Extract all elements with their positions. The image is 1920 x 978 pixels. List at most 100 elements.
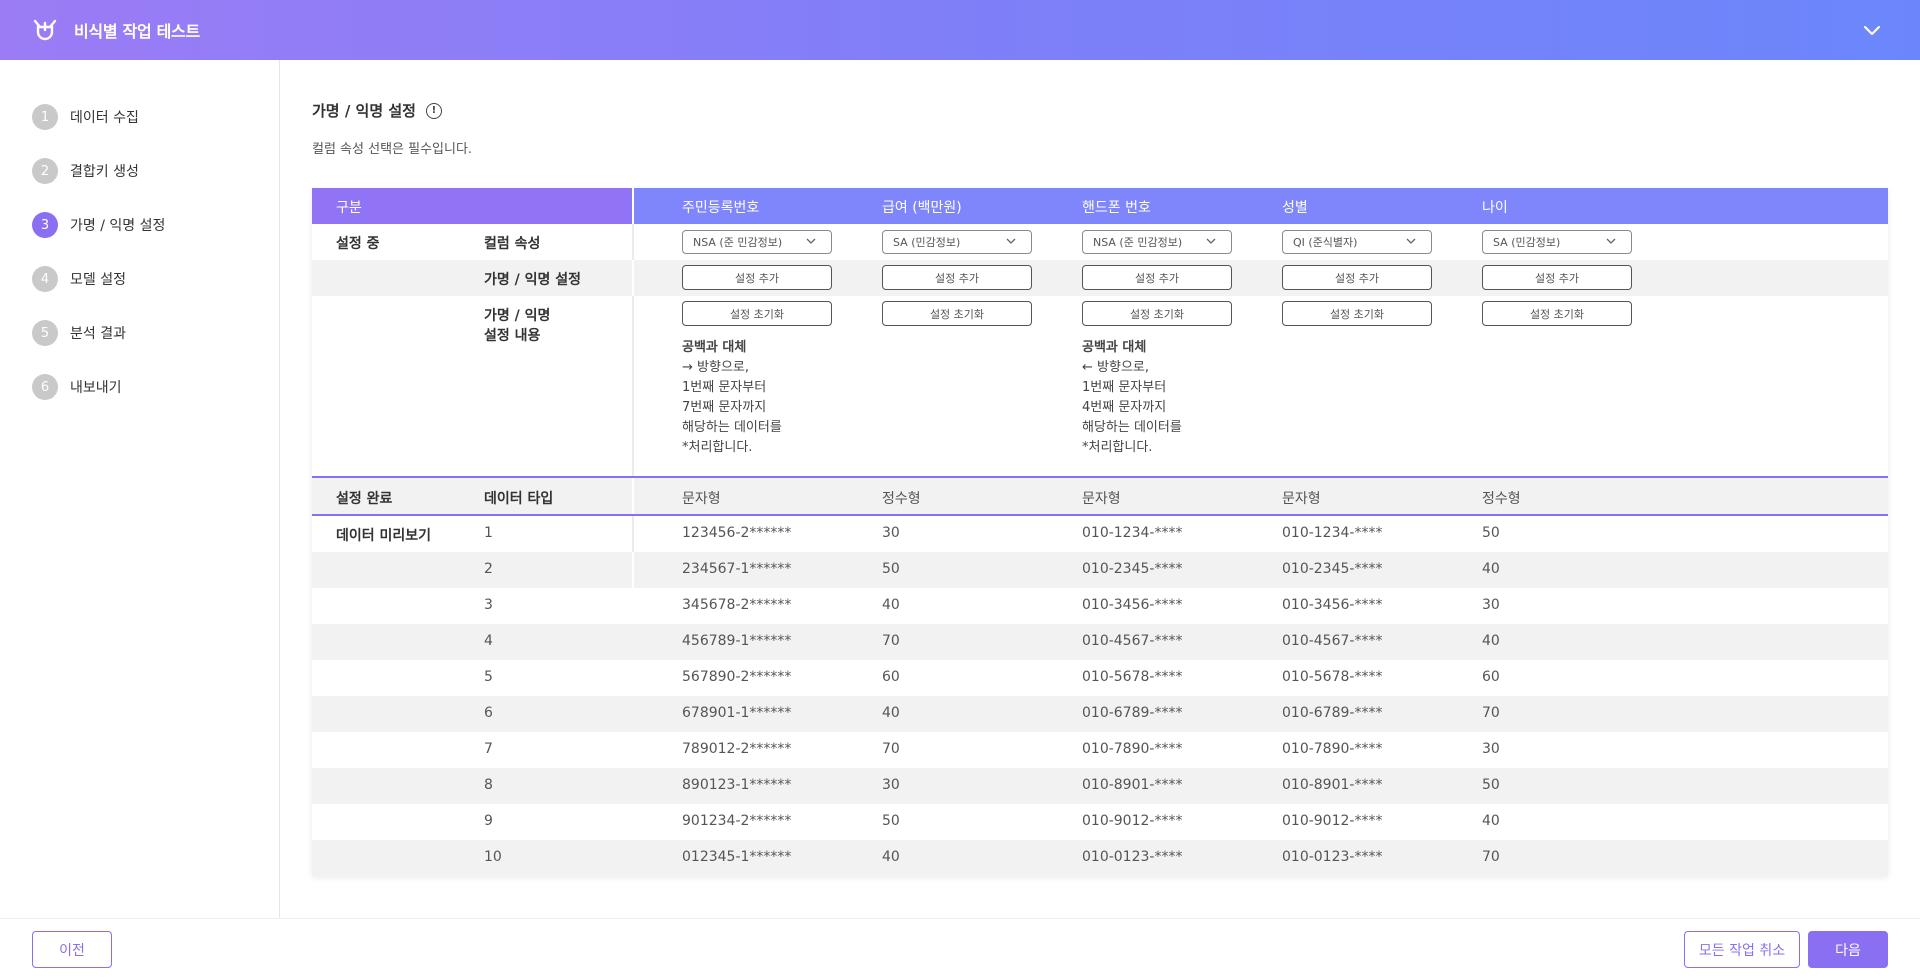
attribute-select[interactable]: SA (민감정보) [1482,230,1632,254]
description-line: 1번째 문자부터 [682,380,767,395]
table-cell: 901234-2****** [682,813,792,829]
next-button[interactable]: 다음 [1808,931,1888,968]
description-line: 해당하는 데이터를 [1082,420,1182,435]
table-cell: 010-6789-**** [1282,705,1383,721]
attribute-row: 설정 중 컬럼 속성 NSA (준 민감정보) SA (민감정보) NSA (준… [312,224,1888,260]
column-divider [632,478,634,514]
attribute-label: 컬럼 속성 [484,236,541,252]
table-cell: 010-2345-**** [1082,561,1183,577]
page-subtitle: 컬럼 속성 선택은 필수입니다. [312,142,473,157]
chevron-down-icon [1006,238,1016,244]
add-setting-button[interactable]: 설정 추가 [882,265,1032,290]
data-type-value: 문자형 [1282,491,1321,507]
attribute-select[interactable]: NSA (준 민감정보) [1082,230,1232,254]
add-setting-button[interactable]: 설정 추가 [1082,265,1232,290]
setting-content-label: 가명 / 익명 [484,308,551,324]
add-setting-button[interactable]: 설정 추가 [682,265,832,290]
table-header-row: 구분 주민등록번호 급여 (백만원) 핸드폰 번호 성별 나이 [312,188,1888,224]
reset-setting-button[interactable]: 설정 초기화 [1282,301,1432,326]
row-index: 10 [484,849,502,865]
table-cell: 40 [882,849,900,865]
table-cell: 70 [882,741,900,757]
table-cell: 010-4567-**** [1082,633,1183,649]
table-cell: 30 [882,525,900,541]
page-title: 가명 / 익명 설정 ! [312,100,442,121]
step-number: 6 [32,374,58,400]
data-type-value: 문자형 [682,491,721,507]
table-cell: 010-7890-**** [1282,741,1383,757]
table-cell: 010-8901-**** [1082,777,1183,793]
pseudonym-setting-row: 가명 / 익명 설정 설정 추가 설정 추가 설정 추가 설정 추가 설정 추가 [312,260,1888,296]
step-number: 5 [32,320,58,346]
step-number: 2 [32,158,58,184]
table-cell: 567890-2****** [682,669,792,685]
data-type-value: 정수형 [882,491,921,507]
prev-button[interactable]: 이전 [32,931,112,968]
description-line: → 방향으로, [682,360,749,375]
table-cell: 30 [1482,597,1500,613]
column-header: 나이 [1482,200,1508,216]
table-cell: 010-3456-**** [1082,597,1183,613]
step-item-pseudonym-settings[interactable]: 3 가명 / 익명 설정 [32,211,165,239]
cancel-all-button[interactable]: 모든 작업 취소 [1684,931,1800,968]
step-number: 3 [32,212,58,238]
table-cell: 010-6789-**** [1082,705,1183,721]
table-cell: 40 [1482,813,1500,829]
table-cell: 70 [1482,849,1500,865]
attribute-select[interactable]: NSA (준 민감정보) [682,230,832,254]
table-cell: 010-9012-**** [1082,813,1183,829]
step-label: 모델 설정 [70,272,126,288]
step-sidebar: 1 데이터 수집 2 결합키 생성 3 가명 / 익명 설정 4 모델 설정 5… [0,60,280,918]
data-type-row: 설정 완료 데이터 타입 문자형 정수형 문자형 문자형 정수형 [312,478,1888,516]
add-setting-button[interactable]: 설정 추가 [1482,265,1632,290]
table-cell: 50 [882,813,900,829]
setting-content-row: 가명 / 익명 설정 내용 설정 초기화 설정 초기화 설정 초기화 설정 초기… [312,296,1888,478]
setting-description: 공백과 대체 → 방향으로, 1번째 문자부터 7번째 문자까지 해당하는 데이… [682,338,782,458]
step-label: 가명 / 익명 설정 [70,218,166,234]
table-cell: 010-5678-**** [1082,669,1183,685]
table-cell: 234567-1****** [682,561,792,577]
add-setting-button[interactable]: 설정 추가 [1282,265,1432,290]
select-value: NSA (준 민감정보) [693,236,783,249]
table-cell: 50 [882,561,900,577]
step-item-key-generation[interactable]: 2 결합키 생성 [32,157,139,185]
footer-bar: 이전 모든 작업 취소 다음 [0,918,1920,978]
reset-setting-button[interactable]: 설정 초기화 [682,301,832,326]
table-cell: 890123-1****** [682,777,792,793]
attribute-select[interactable]: QI (준식별자) [1282,230,1432,254]
table-cell: 456789-1****** [682,633,792,649]
table-cell: 012345-1****** [682,849,792,865]
app-header: 비식별 작업 테스트 [0,0,1920,60]
select-value: SA (민감정보) [893,236,961,249]
table-cell: 010-3456-**** [1282,597,1383,613]
reset-setting-button[interactable]: 설정 초기화 [882,301,1032,326]
step-item-model-settings[interactable]: 4 모델 설정 [32,265,126,293]
description-line: *처리합니다. [1082,440,1153,455]
table-cell: 010-2345-**** [1282,561,1383,577]
setting-description: 공백과 대체 ← 방향으로, 1번째 문자부터 4번째 문자까지 해당하는 데이… [1082,338,1182,458]
chevron-down-icon [806,238,816,244]
attribute-select[interactable]: SA (민감정보) [882,230,1032,254]
table-cell: 789012-2****** [682,741,792,757]
chevron-down-icon[interactable] [1860,18,1884,42]
description-title: 공백과 대체 [682,340,747,355]
table-row: 3 345678-2****** 40 010-3456-**** 010-34… [312,588,1888,624]
table-cell: 40 [882,597,900,613]
table-cell: 010-4567-**** [1282,633,1383,649]
step-item-export[interactable]: 6 내보내기 [32,373,122,401]
description-line: 4번째 문자까지 [1082,400,1167,415]
table-row: 10 012345-1****** 40 010-0123-**** 010-0… [312,840,1888,876]
sidebar-divider [279,92,280,886]
table-cell: 50 [1482,525,1500,541]
select-value: NSA (준 민감정보) [1093,236,1183,249]
step-item-data-collection[interactable]: 1 데이터 수집 [32,103,139,131]
select-value: SA (민감정보) [1493,236,1561,249]
row-index: 7 [484,741,493,757]
step-item-analysis-result[interactable]: 5 분석 결과 [32,319,126,347]
reset-setting-button[interactable]: 설정 초기화 [1082,301,1232,326]
reset-setting-button[interactable]: 설정 초기화 [1482,301,1632,326]
info-icon[interactable]: ! [425,102,442,119]
table-cell: 40 [882,705,900,721]
table-row: 5 567890-2****** 60 010-5678-**** 010-56… [312,660,1888,696]
table-row: 2 234567-1****** 50 010-2345-**** 010-23… [312,552,1888,588]
